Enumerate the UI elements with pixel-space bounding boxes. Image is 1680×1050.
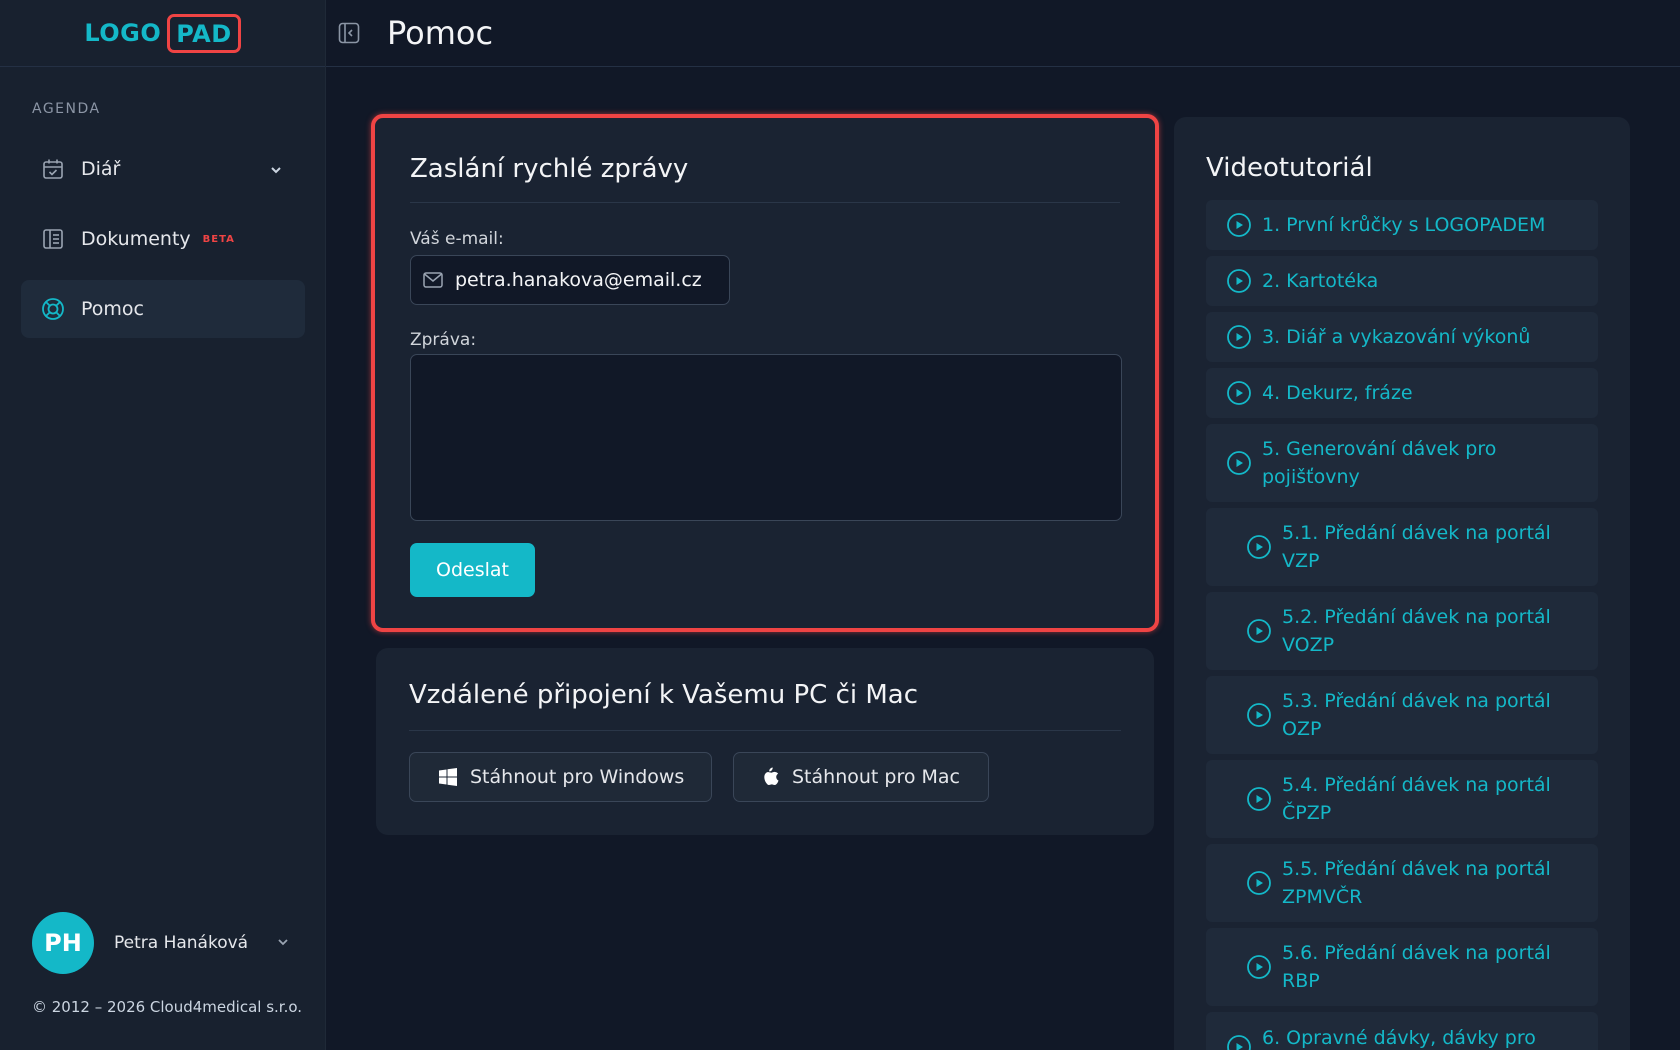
remote-connection-card: Vzdálené připojení k Vašemu PC či Mac St… bbox=[376, 648, 1154, 835]
chevron-down-icon bbox=[276, 934, 290, 953]
video-item[interactable]: 5. Generování dávek pro pojišťovny bbox=[1206, 424, 1598, 502]
message-textarea[interactable] bbox=[410, 354, 1122, 521]
user-name: Petra Hanáková bbox=[114, 933, 249, 953]
send-button[interactable]: Odeslat bbox=[410, 543, 535, 597]
video-item[interactable]: 2. Kartotéka bbox=[1206, 256, 1598, 306]
logo-text-right: PAD bbox=[167, 13, 241, 53]
video-item-label: 3. Diář a vykazování výkonů bbox=[1262, 326, 1531, 348]
video-tutorial-card: Videotutoriál 1. První krůčky s LOGOPADE… bbox=[1174, 117, 1630, 1050]
section-label-agenda: AGENDA bbox=[32, 101, 101, 117]
video-item-label: 5.2. Předání dávek na portál VOZP bbox=[1282, 606, 1551, 656]
video-item-label: 5.3. Předání dávek na portál OZP bbox=[1282, 690, 1551, 740]
play-icon bbox=[1226, 212, 1252, 238]
sidebar-item-dokumenty[interactable]: Dokumenty BETA bbox=[21, 210, 305, 268]
video-item[interactable]: 6. Opravné dávky, dávky pro bbox=[1206, 1012, 1598, 1050]
video-item[interactable]: 1. První krůčky s LOGOPADEM bbox=[1206, 200, 1598, 250]
play-icon bbox=[1246, 534, 1272, 560]
play-icon bbox=[1226, 380, 1252, 406]
document-icon bbox=[41, 227, 65, 251]
divider bbox=[410, 202, 1120, 203]
beta-badge: BETA bbox=[202, 233, 235, 245]
play-icon bbox=[1246, 954, 1272, 980]
play-icon bbox=[1246, 786, 1272, 812]
video-item-label: 5.6. Předání dávek na portál RBP bbox=[1282, 942, 1551, 992]
video-item-label: 6. Opravné dávky, dávky pro bbox=[1262, 1027, 1536, 1049]
copyright: © 2012 – 2026 Cloud4medical s.r.o. bbox=[32, 998, 303, 1016]
video-item[interactable]: 5.2. Předání dávek na portál VOZP bbox=[1206, 592, 1598, 670]
video-item-label: 4. Dekurz, fráze bbox=[1262, 382, 1413, 404]
logo-text-left: LOGO bbox=[84, 19, 162, 47]
video-item[interactable]: 5.5. Předání dávek na portál ZPMVČR bbox=[1206, 844, 1598, 922]
avatar: PH bbox=[32, 912, 94, 974]
play-icon bbox=[1226, 1034, 1252, 1050]
download-windows-label: Stáhnout pro Windows bbox=[470, 766, 685, 788]
sidebar-collapse-icon[interactable] bbox=[337, 21, 361, 45]
sidebar-item-diar[interactable]: Diář bbox=[21, 140, 305, 198]
sidebar: LOGO PAD AGENDA Diář Dokumenty BETA Pomo… bbox=[0, 0, 326, 1050]
sidebar-item-label: Pomoc bbox=[81, 298, 144, 320]
video-item-label: 2. Kartotéka bbox=[1262, 270, 1379, 292]
play-icon bbox=[1226, 268, 1252, 294]
divider bbox=[409, 730, 1121, 731]
download-mac-label: Stáhnout pro Mac bbox=[792, 766, 960, 788]
logo[interactable]: LOGO PAD bbox=[84, 13, 241, 53]
video-item-label: 5. Generování dávek pro pojišťovny bbox=[1262, 438, 1497, 488]
video-item[interactable]: 5.3. Předání dávek na portál OZP bbox=[1206, 676, 1598, 754]
video-item-label: 5.4. Předání dávek na portál ČPZP bbox=[1282, 774, 1551, 824]
logo-area: LOGO PAD bbox=[0, 0, 325, 67]
email-label: Váš e-mail: bbox=[410, 229, 504, 249]
message-label: Zpráva: bbox=[410, 330, 477, 350]
header: Pomoc bbox=[326, 0, 1680, 67]
video-item-label: 5.1. Předání dávek na portál VZP bbox=[1282, 522, 1551, 572]
play-icon bbox=[1226, 324, 1252, 350]
download-mac-button[interactable]: Stáhnout pro Mac bbox=[733, 752, 989, 802]
mail-icon bbox=[423, 272, 443, 288]
email-value: petra.hanakova@email.cz bbox=[455, 269, 702, 291]
video-item[interactable]: 5.1. Předání dávek na portál VZP bbox=[1206, 508, 1598, 586]
play-icon bbox=[1246, 702, 1272, 728]
email-field[interactable]: petra.hanakova@email.cz bbox=[410, 255, 730, 305]
sidebar-item-label: Dokumenty bbox=[81, 228, 191, 250]
windows-icon bbox=[438, 767, 458, 787]
download-windows-button[interactable]: Stáhnout pro Windows bbox=[409, 752, 712, 802]
video-item-label: 1. První krůčky s LOGOPADEM bbox=[1262, 214, 1546, 236]
play-icon bbox=[1246, 618, 1272, 644]
sidebar-item-label: Diář bbox=[81, 158, 121, 180]
chevron-down-icon bbox=[269, 160, 283, 182]
video-item[interactable]: 4. Dekurz, fráze bbox=[1206, 368, 1598, 418]
video-item[interactable]: 3. Diář a vykazování výkonů bbox=[1206, 312, 1598, 362]
play-icon bbox=[1246, 870, 1272, 896]
card-title: Vzdálené připojení k Vašemu PC či Mac bbox=[409, 680, 919, 710]
play-icon bbox=[1226, 450, 1252, 476]
card-title: Zaslání rychlé zprávy bbox=[410, 154, 689, 184]
page-title: Pomoc bbox=[387, 14, 494, 52]
sidebar-item-pomoc[interactable]: Pomoc bbox=[21, 280, 305, 338]
calendar-icon bbox=[41, 157, 65, 181]
apple-icon bbox=[762, 767, 780, 787]
video-item-label: 5.5. Předání dávek na portál ZPMVČR bbox=[1282, 858, 1551, 908]
quick-message-card: Zaslání rychlé zprávy Váš e-mail: petra.… bbox=[371, 114, 1159, 632]
card-title: Videotutoriál bbox=[1206, 153, 1373, 183]
lifebuoy-icon bbox=[41, 297, 65, 321]
video-item[interactable]: 5.6. Předání dávek na portál RBP bbox=[1206, 928, 1598, 1006]
video-item[interactable]: 5.4. Předání dávek na portál ČPZP bbox=[1206, 760, 1598, 838]
user-menu[interactable]: PH Petra Hanáková bbox=[32, 912, 290, 974]
